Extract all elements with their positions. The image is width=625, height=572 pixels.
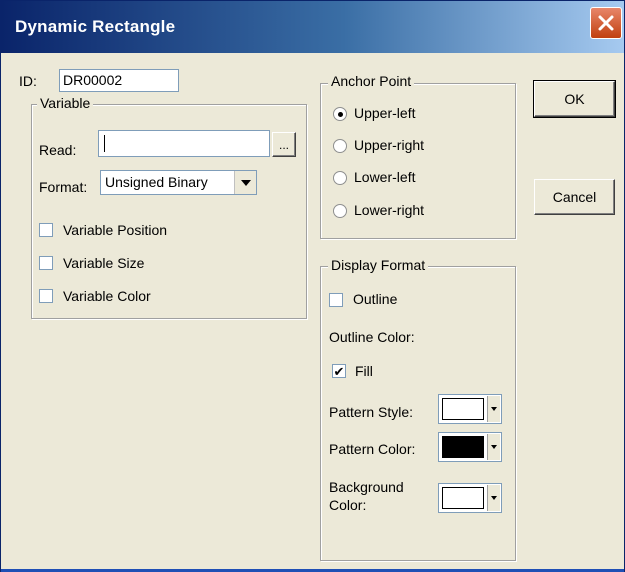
display-format-group-title: Display Format	[328, 257, 429, 273]
title-bar[interactable]: Dynamic Rectangle	[1, 1, 624, 53]
background-color-label-line2: Color:	[329, 497, 367, 513]
pattern-style-arrow[interactable]	[487, 396, 500, 422]
chevron-down-icon	[491, 445, 497, 449]
format-selected-value: Unsigned Binary	[105, 174, 208, 190]
dropdown-arrow-button[interactable]	[234, 171, 256, 194]
cancel-button[interactable]: Cancel	[534, 179, 615, 215]
radio-selected-dot	[337, 111, 343, 117]
pattern-color-picker[interactable]	[438, 432, 502, 462]
background-color-arrow[interactable]	[487, 485, 500, 511]
outline-color-label: Outline Color:	[329, 329, 415, 345]
radio-upper-left[interactable]	[333, 107, 347, 121]
window-title: Dynamic Rectangle	[15, 17, 176, 36]
radio-lower-left[interactable]	[333, 171, 347, 185]
anchor-point-group-title: Anchor Point	[328, 73, 415, 89]
text-cursor	[104, 135, 105, 152]
radio-upper-right[interactable]	[333, 139, 347, 153]
upper-right-label: Upper-right	[354, 137, 425, 153]
dialog-window: Dynamic Rectangle ID: DR00002 Variable R…	[0, 0, 625, 572]
id-value: DR00002	[63, 72, 123, 88]
chevron-down-icon	[240, 179, 251, 186]
outline-checkbox[interactable]	[329, 293, 343, 307]
chevron-down-icon	[491, 407, 497, 411]
ok-button[interactable]: OK	[533, 80, 616, 118]
variable-color-checkbox[interactable]	[39, 289, 53, 303]
read-label: Read:	[39, 142, 77, 158]
format-dropdown[interactable]: Unsigned Binary	[100, 170, 257, 195]
variable-group-title: Variable	[37, 95, 94, 111]
lower-right-label: Lower-right	[354, 202, 425, 218]
fill-checkbox[interactable]: ✔	[332, 364, 346, 378]
close-button[interactable]	[590, 7, 622, 39]
background-color-swatch	[442, 487, 484, 509]
variable-size-checkbox[interactable]	[39, 256, 53, 270]
outline-label: Outline	[353, 291, 398, 307]
radio-lower-right[interactable]	[333, 204, 347, 218]
pattern-color-swatch	[442, 436, 484, 458]
pattern-color-label: Pattern Color:	[329, 441, 416, 457]
fill-label: Fill	[355, 363, 373, 379]
variable-position-label: Variable Position	[63, 222, 168, 238]
close-icon	[598, 15, 614, 31]
variable-position-checkbox[interactable]	[39, 223, 53, 237]
pattern-style-picker[interactable]	[438, 394, 502, 424]
variable-size-label: Variable Size	[63, 255, 145, 271]
pattern-color-arrow[interactable]	[487, 434, 500, 460]
upper-left-label: Upper-left	[354, 105, 416, 121]
pattern-style-label: Pattern Style:	[329, 404, 414, 420]
chevron-down-icon	[491, 496, 497, 500]
background-color-picker[interactable]	[438, 483, 502, 513]
format-label: Format:	[39, 179, 88, 195]
pattern-style-swatch	[442, 398, 484, 420]
id-input[interactable]: DR00002	[59, 69, 179, 92]
lower-left-label: Lower-left	[354, 169, 416, 185]
read-input[interactable]	[98, 130, 270, 157]
variable-color-label: Variable Color	[63, 288, 151, 304]
browse-button[interactable]: ...	[272, 132, 296, 157]
background-color-label-line1: Background	[329, 479, 404, 495]
id-label: ID:	[19, 73, 37, 89]
